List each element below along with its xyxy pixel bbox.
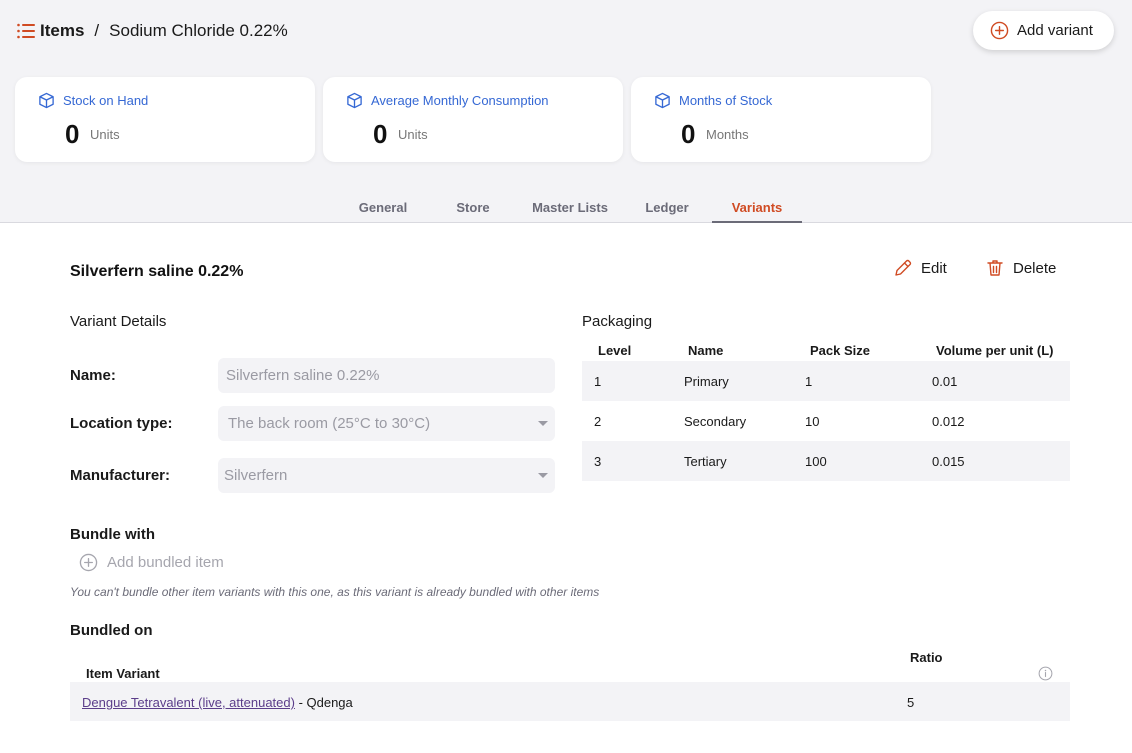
cell-name: Tertiary — [677, 441, 798, 481]
col-name: Name — [688, 342, 724, 358]
cell-level: 3 — [582, 441, 677, 481]
delete-button[interactable]: Delete — [985, 256, 1056, 280]
packaging-header-row: Level Name Pack Size Volume per unit (L) — [582, 339, 1070, 361]
tab-store[interactable]: Store — [428, 193, 518, 223]
list-menu-icon[interactable] — [16, 22, 36, 40]
bundled-on-header-row: Item Variant Ratio — [70, 645, 1070, 682]
table-row: 2 Secondary 10 0.012 — [582, 401, 1070, 441]
manufacturer-label: Manufacturer: — [70, 467, 171, 484]
stat-label-text: Months of Stock — [679, 93, 773, 108]
bundle-with-heading: Bundle with — [70, 526, 155, 543]
edit-label: Edit — [921, 259, 947, 277]
cell-name: Secondary — [684, 413, 747, 429]
pencil-icon — [895, 259, 912, 276]
cell-name: Primary — [677, 361, 798, 401]
info-icon[interactable] — [1038, 666, 1053, 681]
stat-card-average-monthly-consumption: Average Monthly Consumption 0 Units — [323, 77, 623, 162]
table-row: 3 Tertiary 100 0.015 — [582, 441, 1070, 481]
box-icon — [347, 92, 362, 109]
bundled-item-variant: Dengue Tetravalent (live, attenuated) - … — [82, 695, 353, 710]
table-row: 1 Primary 1 0.01 — [582, 361, 1070, 401]
stat-label-text: Stock on Hand — [63, 93, 149, 108]
trash-icon — [987, 260, 1003, 276]
location-type-select[interactable]: The back room (25°C to 30°C) — [218, 406, 555, 441]
header-panel: Items / Sodium Chloride 0.22% Add varian… — [0, 0, 1132, 223]
name-label: Name: — [70, 367, 116, 384]
cell-level: 2 — [594, 413, 602, 429]
cell-volume: 0.012 — [932, 413, 965, 429]
cell-volume: 0.01 — [924, 361, 1070, 401]
bundled-variant-suffix: - Qdenga — [294, 695, 353, 710]
col-level: Level — [598, 342, 632, 358]
stat-card-stock-on-hand: Stock on Hand 0 Units — [15, 77, 315, 162]
stat-unit: Units — [90, 127, 120, 142]
bundled-ratio: 5 — [907, 695, 915, 710]
cell-pack-size: 1 — [798, 361, 924, 401]
stat-card-months-of-stock: Months of Stock 0 Months — [631, 77, 931, 162]
manufacturer-value: Silverfern — [224, 467, 288, 484]
location-type-label: Location type: — [70, 415, 173, 432]
add-bundled-item-button[interactable]: Add bundled item — [79, 553, 224, 572]
stat-unit: Months — [706, 127, 749, 142]
variant-details-heading: Variant Details — [70, 313, 167, 330]
stat-value: 0 — [373, 119, 388, 149]
add-bundled-item-label: Add bundled item — [107, 554, 224, 571]
stat-value: 0 — [681, 119, 696, 149]
breadcrumb-items-link[interactable]: Items — [40, 21, 84, 41]
packaging-table: Level Name Pack Size Volume per unit (L)… — [582, 339, 1070, 481]
box-icon — [655, 92, 670, 109]
add-variant-label: Add variant — [1017, 22, 1093, 39]
chevron-down-icon — [538, 473, 548, 478]
stat-label-text: Average Monthly Consumption — [371, 93, 549, 108]
cell-volume: 0.015 — [924, 441, 1070, 481]
breadcrumb-current: Sodium Chloride 0.22% — [109, 21, 288, 40]
add-variant-button[interactable]: Add variant — [973, 11, 1114, 50]
packaging-heading: Packaging — [582, 313, 653, 330]
stat-value: 0 — [65, 119, 80, 149]
edit-button[interactable]: Edit — [893, 256, 947, 280]
location-type-value: The back room (25°C to 30°C) — [228, 415, 431, 432]
tab-master-lists[interactable]: Master Lists — [518, 193, 622, 223]
variant-title: Silverfern saline 0.22% — [70, 263, 244, 280]
manufacturer-select[interactable]: Silverfern — [218, 458, 555, 493]
col-volume: Volume per unit (L) — [936, 342, 1054, 358]
bundled-on-heading: Bundled on — [70, 622, 153, 639]
name-field[interactable]: Silverfern saline 0.22% — [218, 358, 555, 393]
box-icon — [39, 92, 54, 109]
stat-unit: Units — [398, 127, 428, 142]
table-row: Dengue Tetravalent (live, attenuated) - … — [70, 682, 1070, 721]
col-pack-size: Pack Size — [810, 342, 870, 358]
tab-variants[interactable]: Variants — [712, 193, 802, 223]
delete-label: Delete — [1013, 259, 1057, 277]
plus-circle-icon — [990, 21, 1009, 40]
chevron-down-icon — [538, 421, 548, 426]
cell-pack-size: 10 — [805, 413, 820, 429]
cell-pack-size: 100 — [798, 441, 924, 481]
col-item-variant: Item Variant — [86, 666, 160, 681]
tab-ledger[interactable]: Ledger — [622, 193, 712, 223]
bundled-item-link[interactable]: Dengue Tetravalent (live, attenuated) — [82, 695, 295, 710]
col-ratio: Ratio — [910, 650, 943, 665]
breadcrumb: Items / Sodium Chloride 0.22% — [16, 20, 288, 42]
plus-circle-icon — [79, 553, 98, 572]
tab-bar: General Store Master Lists Ledger Varian… — [338, 193, 802, 223]
breadcrumb-separator: / — [94, 21, 100, 40]
tab-general[interactable]: General — [338, 193, 428, 223]
bundle-note: You can't bundle other item variants wit… — [70, 585, 600, 599]
cell-level: 1 — [582, 361, 677, 401]
